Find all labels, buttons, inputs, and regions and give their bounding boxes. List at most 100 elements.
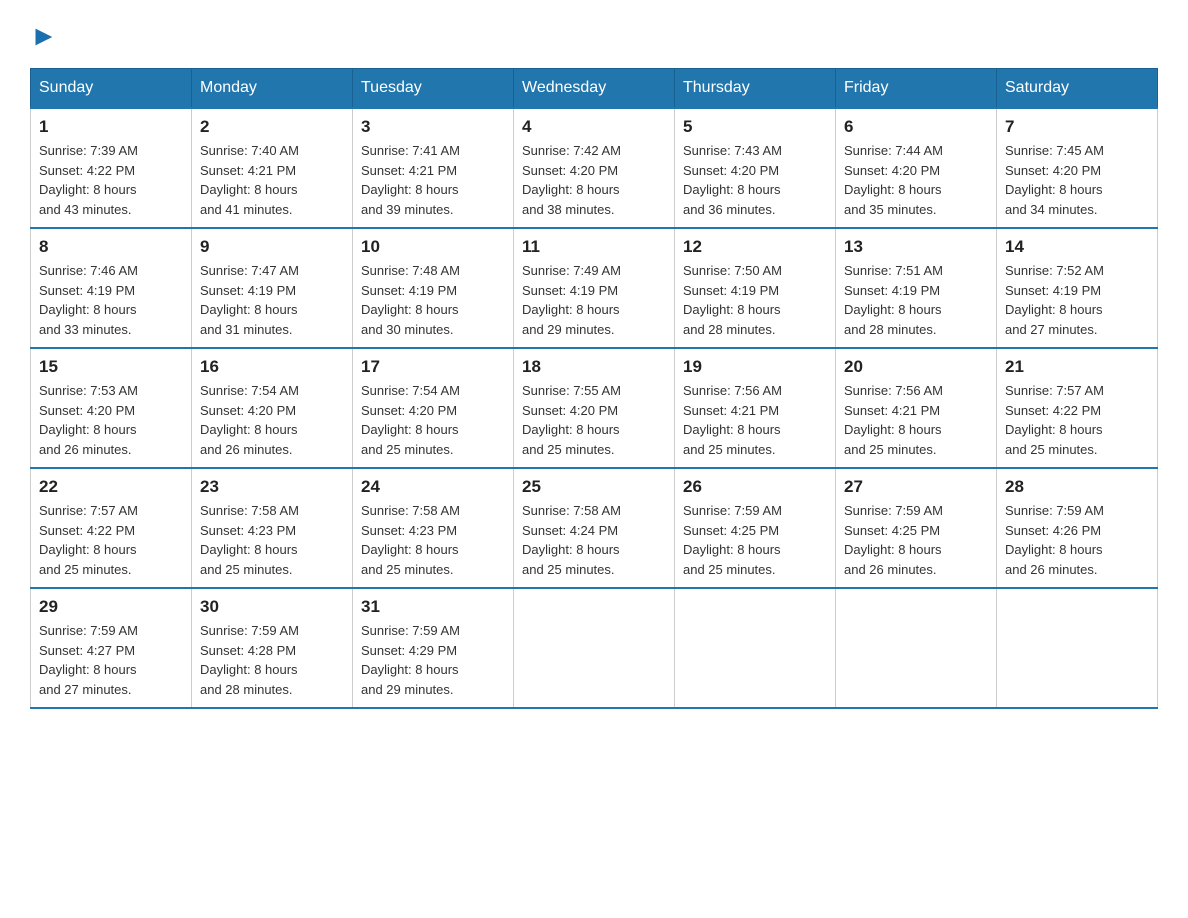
day-info: Sunrise: 7:45 AMSunset: 4:20 PMDaylight:…	[1005, 141, 1149, 219]
calendar-cell: 25 Sunrise: 7:58 AMSunset: 4:24 PMDayligh…	[514, 468, 675, 588]
day-info: Sunrise: 7:55 AMSunset: 4:20 PMDaylight:…	[522, 381, 666, 459]
logo: ►	[30, 20, 58, 48]
day-info: Sunrise: 7:57 AMSunset: 4:22 PMDaylight:…	[1005, 381, 1149, 459]
day-info: Sunrise: 7:43 AMSunset: 4:20 PMDaylight:…	[683, 141, 827, 219]
logo-blue-text: ►	[30, 20, 58, 52]
calendar-cell: 26Sunrise: 7:59 AMSunset: 4:25 PMDayligh…	[675, 468, 836, 588]
calendar-cell: 29 Sunrise: 7:59 AMSunset: 4:27 PMDayligh…	[31, 588, 192, 708]
day-number: 7	[1005, 117, 1149, 137]
calendar-cell: 10 Sunrise: 7:48 AMSunset: 4:19 PMDayligh…	[353, 228, 514, 348]
calendar-cell: 6 Sunrise: 7:44 AMSunset: 4:20 PMDaylight…	[836, 108, 997, 228]
calendar-cell: 5 Sunrise: 7:43 AMSunset: 4:20 PMDaylight…	[675, 108, 836, 228]
day-info: Sunrise: 7:58 AMSunset: 4:24 PMDaylight:…	[522, 501, 666, 579]
calendar-cell: 16Sunrise: 7:54 AMSunset: 4:20 PMDayligh…	[192, 348, 353, 468]
calendar-cell: 22 Sunrise: 7:57 AMSunset: 4:22 PMDayligh…	[31, 468, 192, 588]
day-number: 28	[1005, 477, 1149, 497]
day-number: 21	[1005, 357, 1149, 377]
calendar-week-1: 1Sunrise: 7:39 AMSunset: 4:22 PMDaylight…	[31, 108, 1158, 228]
day-number: 20	[844, 357, 988, 377]
col-header-monday: Monday	[192, 69, 353, 109]
day-number: 22	[39, 477, 183, 497]
calendar-cell: 12Sunrise: 7:50 AMSunset: 4:19 PMDayligh…	[675, 228, 836, 348]
day-number: 3	[361, 117, 505, 137]
day-info: Sunrise: 7:49 AMSunset: 4:19 PMDaylight:…	[522, 261, 666, 339]
calendar-cell: 31 Sunrise: 7:59 AMSunset: 4:29 PMDayligh…	[353, 588, 514, 708]
day-info: Sunrise: 7:56 AMSunset: 4:21 PMDaylight:…	[683, 381, 827, 459]
day-number: 24	[361, 477, 505, 497]
day-number: 8	[39, 237, 183, 257]
day-number: 6	[844, 117, 988, 137]
calendar-cell: 24 Sunrise: 7:58 AMSunset: 4:23 PMDayligh…	[353, 468, 514, 588]
day-info: Sunrise: 7:51 AMSunset: 4:19 PMDaylight:…	[844, 261, 988, 339]
calendar-cell: 1Sunrise: 7:39 AMSunset: 4:22 PMDaylight…	[31, 108, 192, 228]
day-number: 4	[522, 117, 666, 137]
day-number: 2	[200, 117, 344, 137]
day-number: 9	[200, 237, 344, 257]
calendar-cell: 9 Sunrise: 7:47 AMSunset: 4:19 PMDaylight…	[192, 228, 353, 348]
calendar-cell: 21 Sunrise: 7:57 AMSunset: 4:22 PMDayligh…	[997, 348, 1158, 468]
calendar-cell: 13 Sunrise: 7:51 AMSunset: 4:19 PMDayligh…	[836, 228, 997, 348]
day-info: Sunrise: 7:40 AMSunset: 4:21 PMDaylight:…	[200, 141, 344, 219]
day-number: 17	[361, 357, 505, 377]
calendar-cell: 7 Sunrise: 7:45 AMSunset: 4:20 PMDaylight…	[997, 108, 1158, 228]
calendar-cell: 11Sunrise: 7:49 AMSunset: 4:19 PMDayligh…	[514, 228, 675, 348]
day-info: Sunrise: 7:54 AMSunset: 4:20 PMDaylight:…	[361, 381, 505, 459]
day-number: 25	[522, 477, 666, 497]
calendar-cell: 19 Sunrise: 7:56 AMSunset: 4:21 PMDayligh…	[675, 348, 836, 468]
day-number: 13	[844, 237, 988, 257]
day-info: Sunrise: 7:56 AMSunset: 4:21 PMDaylight:…	[844, 381, 988, 459]
calendar-cell: 27 Sunrise: 7:59 AMSunset: 4:25 PMDayligh…	[836, 468, 997, 588]
day-info: Sunrise: 7:47 AMSunset: 4:19 PMDaylight:…	[200, 261, 344, 339]
day-info: Sunrise: 7:59 AMSunset: 4:26 PMDaylight:…	[1005, 501, 1149, 579]
day-info: Sunrise: 7:59 AMSunset: 4:25 PMDaylight:…	[683, 501, 827, 579]
calendar-table: SundayMondayTuesdayWednesdayThursdayFrid…	[30, 68, 1158, 709]
day-number: 18	[522, 357, 666, 377]
calendar-cell: 14 Sunrise: 7:52 AMSunset: 4:19 PMDayligh…	[997, 228, 1158, 348]
calendar-cell: 8 Sunrise: 7:46 AMSunset: 4:19 PMDaylight…	[31, 228, 192, 348]
day-info: Sunrise: 7:59 AMSunset: 4:27 PMDaylight:…	[39, 621, 183, 699]
calendar-cell	[675, 588, 836, 708]
day-info: Sunrise: 7:46 AMSunset: 4:19 PMDaylight:…	[39, 261, 183, 339]
calendar-week-4: 22 Sunrise: 7:57 AMSunset: 4:22 PMDayligh…	[31, 468, 1158, 588]
calendar-cell: 23 Sunrise: 7:58 AMSunset: 4:23 PMDayligh…	[192, 468, 353, 588]
col-header-wednesday: Wednesday	[514, 69, 675, 109]
col-header-saturday: Saturday	[997, 69, 1158, 109]
day-info: Sunrise: 7:53 AMSunset: 4:20 PMDaylight:…	[39, 381, 183, 459]
day-info: Sunrise: 7:58 AMSunset: 4:23 PMDaylight:…	[200, 501, 344, 579]
calendar-cell: 28 Sunrise: 7:59 AMSunset: 4:26 PMDayligh…	[997, 468, 1158, 588]
day-number: 5	[683, 117, 827, 137]
calendar-cell: 17 Sunrise: 7:54 AMSunset: 4:20 PMDayligh…	[353, 348, 514, 468]
day-number: 31	[361, 597, 505, 617]
day-info: Sunrise: 7:44 AMSunset: 4:20 PMDaylight:…	[844, 141, 988, 219]
page-header: ►	[30, 20, 1158, 48]
day-number: 29	[39, 597, 183, 617]
day-info: Sunrise: 7:42 AMSunset: 4:20 PMDaylight:…	[522, 141, 666, 219]
day-info: Sunrise: 7:59 AMSunset: 4:25 PMDaylight:…	[844, 501, 988, 579]
col-header-friday: Friday	[836, 69, 997, 109]
day-info: Sunrise: 7:59 AMSunset: 4:29 PMDaylight:…	[361, 621, 505, 699]
col-header-tuesday: Tuesday	[353, 69, 514, 109]
calendar-week-5: 29 Sunrise: 7:59 AMSunset: 4:27 PMDayligh…	[31, 588, 1158, 708]
col-header-thursday: Thursday	[675, 69, 836, 109]
day-number: 1	[39, 117, 183, 137]
day-number: 19	[683, 357, 827, 377]
day-info: Sunrise: 7:57 AMSunset: 4:22 PMDaylight:…	[39, 501, 183, 579]
day-info: Sunrise: 7:52 AMSunset: 4:19 PMDaylight:…	[1005, 261, 1149, 339]
calendar-cell	[997, 588, 1158, 708]
calendar-header-row: SundayMondayTuesdayWednesdayThursdayFrid…	[31, 69, 1158, 109]
calendar-week-2: 8 Sunrise: 7:46 AMSunset: 4:19 PMDaylight…	[31, 228, 1158, 348]
day-info: Sunrise: 7:48 AMSunset: 4:19 PMDaylight:…	[361, 261, 505, 339]
calendar-cell	[514, 588, 675, 708]
day-info: Sunrise: 7:58 AMSunset: 4:23 PMDaylight:…	[361, 501, 505, 579]
day-number: 16	[200, 357, 344, 377]
calendar-cell: 4 Sunrise: 7:42 AMSunset: 4:20 PMDaylight…	[514, 108, 675, 228]
calendar-cell	[836, 588, 997, 708]
day-info: Sunrise: 7:59 AMSunset: 4:28 PMDaylight:…	[200, 621, 344, 699]
day-number: 23	[200, 477, 344, 497]
day-number: 15	[39, 357, 183, 377]
day-info: Sunrise: 7:41 AMSunset: 4:21 PMDaylight:…	[361, 141, 505, 219]
day-number: 27	[844, 477, 988, 497]
day-number: 10	[361, 237, 505, 257]
day-number: 14	[1005, 237, 1149, 257]
day-info: Sunrise: 7:50 AMSunset: 4:19 PMDaylight:…	[683, 261, 827, 339]
